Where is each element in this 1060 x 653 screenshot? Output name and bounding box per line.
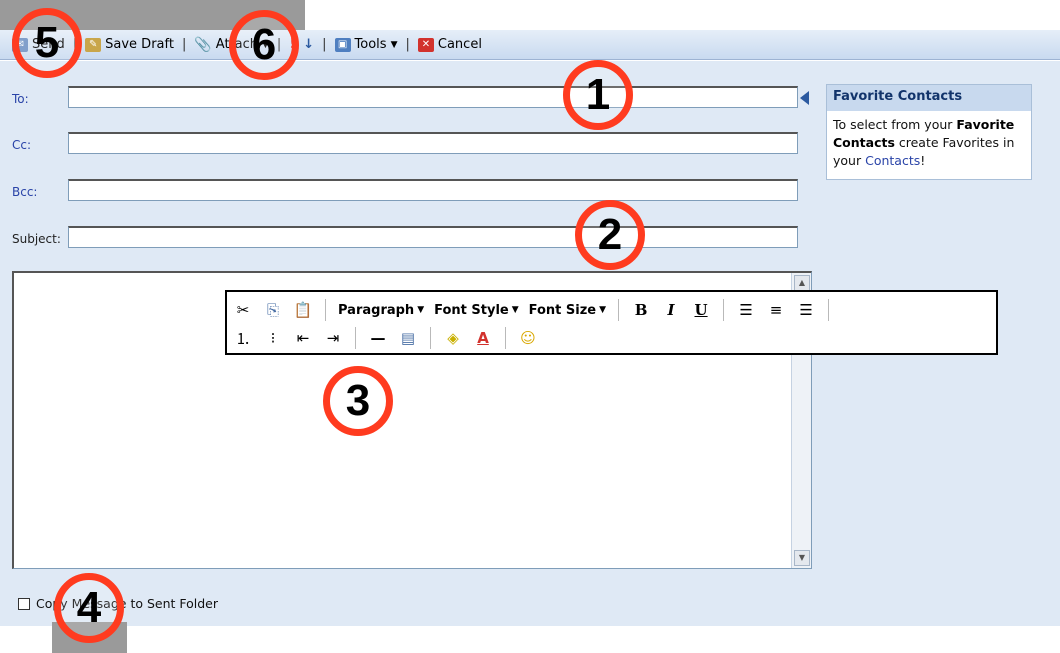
horizontal-rule-icon[interactable]: — bbox=[368, 328, 388, 348]
subject-field[interactable] bbox=[68, 226, 798, 248]
to-label: To: bbox=[12, 92, 29, 106]
outdent-icon[interactable]: ⇤ bbox=[293, 328, 313, 348]
cut-icon[interactable]: ✂ bbox=[233, 300, 253, 320]
callout-5: 5 bbox=[12, 8, 82, 78]
font-color-icon[interactable]: A bbox=[473, 328, 493, 348]
expand-contacts-icon[interactable] bbox=[800, 91, 809, 105]
scroll-up-icon[interactable]: ▲ bbox=[794, 275, 810, 291]
callout-2: 2 bbox=[575, 200, 645, 270]
callout-6: 6 bbox=[229, 10, 299, 80]
numbered-list-icon[interactable]: ⒈ bbox=[233, 328, 253, 348]
low-priority-button[interactable]: ↓ bbox=[303, 37, 314, 52]
align-center-icon[interactable]: ≡ bbox=[766, 300, 786, 320]
tools-icon: ▣ bbox=[334, 37, 351, 52]
to-field[interactable] bbox=[68, 86, 798, 108]
underline-button[interactable]: U bbox=[691, 300, 711, 320]
close-icon: ✕ bbox=[417, 37, 434, 52]
chevron-down-icon: ▼ bbox=[417, 305, 425, 315]
bullet-list-icon[interactable]: ⁝ bbox=[263, 328, 283, 348]
cc-label: Cc: bbox=[12, 138, 32, 152]
insert-image-icon[interactable]: ▤ bbox=[398, 328, 418, 348]
cancel-button[interactable]: ✕ Cancel bbox=[417, 37, 482, 52]
chevron-down-icon: ▼ bbox=[390, 39, 398, 50]
callout-4: 4 bbox=[54, 573, 124, 643]
copy-icon[interactable]: ⎘ bbox=[263, 300, 283, 320]
bcc-field[interactable] bbox=[68, 179, 798, 201]
tools-button[interactable]: ▣ Tools ▼ bbox=[334, 37, 398, 52]
scroll-down-icon[interactable]: ▼ bbox=[794, 550, 810, 566]
bcc-label: Bcc: bbox=[12, 185, 38, 199]
emoticon-icon[interactable]: ☺ bbox=[518, 328, 538, 348]
italic-button[interactable]: I bbox=[661, 300, 681, 320]
highlight-color-icon[interactable]: ◈ bbox=[443, 328, 463, 348]
subject-label: Subject: bbox=[12, 232, 61, 246]
save-draft-button[interactable]: ✎ Save Draft bbox=[85, 37, 174, 52]
indent-icon[interactable]: ⇥ bbox=[323, 328, 343, 348]
callout-1: 1 bbox=[563, 60, 633, 130]
favorite-contacts-text: To select from your Favorite Contacts cr… bbox=[833, 117, 1015, 168]
bold-button[interactable]: B bbox=[631, 300, 651, 320]
favorite-contacts-title: Favorite Contacts bbox=[827, 85, 1031, 111]
paste-icon[interactable]: 📋 bbox=[293, 300, 313, 320]
callout-3: 3 bbox=[323, 366, 393, 436]
paperclip-icon: 📎 bbox=[194, 36, 212, 53]
chevron-down-icon: ▼ bbox=[599, 305, 607, 315]
pencil-icon: ✎ bbox=[85, 37, 102, 52]
paragraph-dropdown[interactable]: Paragraph ▼ bbox=[338, 303, 424, 318]
align-right-icon[interactable]: ☰ bbox=[796, 300, 816, 320]
chevron-down-icon: ▼ bbox=[511, 305, 519, 315]
font-size-dropdown[interactable]: Font Size ▼ bbox=[529, 303, 606, 318]
compose-toolbar: ✉ Send | ✎ Save Draft | 📎 Attach ▼ | ! ↓… bbox=[0, 30, 1060, 60]
font-style-dropdown[interactable]: Font Style ▼ bbox=[434, 303, 519, 318]
copy-to-sent-checkbox[interactable] bbox=[18, 597, 30, 610]
align-left-icon[interactable]: ☰ bbox=[736, 300, 756, 320]
formatting-toolbar: ✂ ⎘ 📋 Paragraph ▼ Font Style ▼ Font Size ▼ … bbox=[225, 290, 998, 355]
contacts-link[interactable]: Contacts bbox=[865, 153, 920, 168]
favorite-contacts-panel: Favorite Contacts To select from your Fa… bbox=[826, 84, 1032, 180]
cc-field[interactable] bbox=[68, 132, 798, 154]
